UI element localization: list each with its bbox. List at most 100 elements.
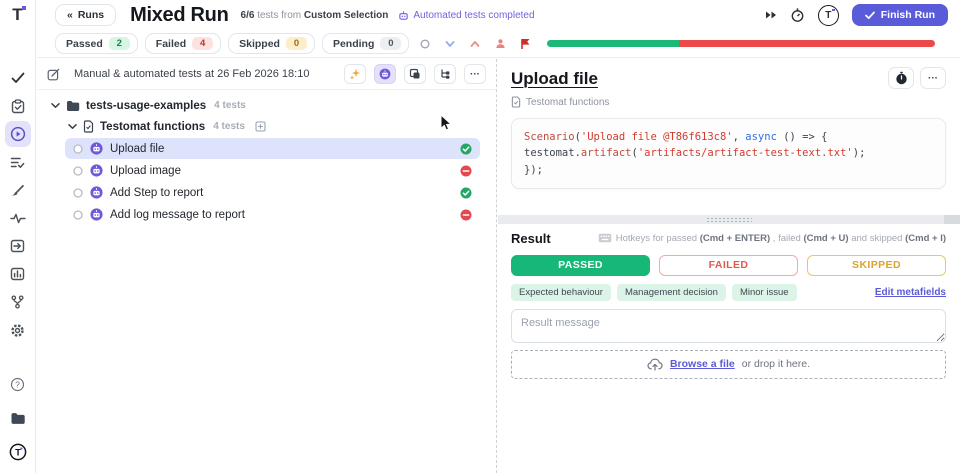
flag-filter-icon[interactable]: [517, 36, 533, 52]
check-icon: [865, 11, 875, 20]
metafield-tag[interactable]: Minor issue: [732, 284, 797, 301]
pulse-icon[interactable]: [5, 205, 31, 231]
test-row[interactable]: Upload image: [65, 160, 480, 181]
automated-test-icon: [90, 142, 103, 155]
test-row[interactable]: Add Step to report: [65, 182, 480, 203]
test-row[interactable]: Upload file: [65, 138, 480, 159]
automated-test-icon: [90, 186, 103, 199]
list-check-icon[interactable]: [5, 149, 31, 175]
test-label: Add log message to report: [110, 209, 245, 221]
tree-header: Manual & automated tests at 26 Feb 2026 …: [37, 59, 496, 90]
clipboard-check-icon[interactable]: [5, 93, 31, 119]
upload-cloud-icon: [647, 358, 663, 371]
timer-button[interactable]: [888, 67, 914, 89]
stopwatch-icon[interactable]: [790, 7, 805, 23]
runs-button-label: Runs: [78, 9, 104, 21]
automated-test-icon: [90, 208, 103, 221]
panel-splitter[interactable]: [498, 215, 960, 224]
compose-icon[interactable]: [47, 68, 60, 81]
selection-name: Custom Selection: [304, 10, 388, 21]
tree-structure-button[interactable]: [434, 64, 456, 84]
assignee-filter-icon[interactable]: [492, 36, 508, 52]
select-radio[interactable]: [73, 166, 83, 176]
code-line: Scenario('Upload file @T86f613c8', async…: [524, 129, 933, 145]
metafield-tag[interactable]: Expected behaviour: [511, 284, 611, 301]
filter-badge-skipped[interactable]: Skipped0: [228, 33, 315, 54]
filter-badge-passed[interactable]: Passed 2: [55, 33, 138, 54]
badge-label: Passed: [66, 38, 103, 50]
filter-badge-pending[interactable]: Pending0: [322, 33, 409, 54]
gear-icon[interactable]: [5, 317, 31, 343]
mark-skipped-button[interactable]: SKIPPED: [807, 255, 946, 276]
box-arrow-icon[interactable]: [5, 233, 31, 259]
avatar-letter: T: [825, 10, 831, 21]
breadcrumb[interactable]: Testomat functions: [511, 96, 946, 108]
test-title[interactable]: Upload file: [511, 69, 598, 89]
test-row[interactable]: Add log message to report: [65, 204, 480, 225]
doc-icon: [511, 96, 521, 108]
back-icon: «: [67, 9, 73, 21]
user-avatar[interactable]: T: [818, 5, 839, 26]
tree-suite-row[interactable]: Testomat functions 4 tests: [37, 116, 496, 137]
folder-icon[interactable]: [5, 405, 31, 431]
suite-name: Testomat functions: [100, 121, 205, 133]
run-plan-title: Manual & automated tests at 26 Feb 2026 …: [68, 68, 309, 80]
status-failed-icon: [460, 165, 472, 177]
automated-test-icon: [90, 164, 103, 177]
chevron-up-filter-icon[interactable]: [467, 36, 483, 52]
branch-icon[interactable]: [5, 289, 31, 315]
tree-folder-row[interactable]: tests-usage-examples 4 tests: [37, 95, 496, 116]
edit-metafields-link[interactable]: Edit metafields: [875, 287, 946, 298]
code-line: testomat.artifact('artifacts/artifact-te…: [524, 145, 933, 161]
left-rail: T ? T: [0, 0, 36, 473]
back-to-runs-button[interactable]: « Runs: [55, 4, 116, 26]
copy-tests-button[interactable]: [404, 64, 426, 84]
drop-hint-text: or drop it here.: [742, 358, 810, 370]
splitter-end-segment: [944, 215, 960, 224]
mark-failed-button[interactable]: FAILED: [659, 255, 798, 276]
suite-doc-icon: [83, 120, 94, 133]
brush-icon[interactable]: [5, 177, 31, 203]
badge-label: Pending: [333, 38, 374, 50]
status-failed-icon: [460, 209, 472, 221]
automated-status-label: Automated tests completed: [413, 10, 534, 21]
select-radio[interactable]: [73, 210, 83, 220]
suite-test-count: 4 tests: [213, 121, 245, 132]
help-icon[interactable]: ?: [5, 371, 31, 397]
folder-test-count: 4 tests: [214, 100, 246, 111]
avatar-icon[interactable]: T: [5, 439, 31, 465]
chevron-down-icon[interactable]: [51, 102, 60, 109]
bar-chart-icon[interactable]: [5, 261, 31, 287]
detail-more-button[interactable]: ···: [920, 67, 946, 89]
fast-forward-icon[interactable]: [765, 10, 777, 20]
file-dropzone[interactable]: Browse a file or drop it here.: [511, 350, 946, 379]
chevron-down-filter-icon[interactable]: [442, 36, 458, 52]
filter-badge-failed[interactable]: Failed4: [145, 33, 221, 54]
badge-count: 4: [192, 37, 213, 50]
tree-more-button[interactable]: ···: [464, 64, 486, 84]
tree-body: tests-usage-examples 4 tests Testomat fu…: [37, 90, 496, 225]
testomat-logo-icon[interactable]: T: [12, 6, 22, 23]
play-circle-icon[interactable]: [5, 121, 31, 147]
check-icon[interactable]: [5, 65, 31, 91]
folder-icon: [66, 100, 80, 112]
result-message-input[interactable]: [511, 309, 946, 343]
circle-filter-icon[interactable]: [417, 36, 433, 52]
badge-count: 2: [109, 37, 130, 50]
testomat-app-window: T ? T « Runs Mixed Run 6/6 tests from Cus…: [0, 0, 960, 473]
splitter-handle-icon[interactable]: [706, 217, 752, 222]
automated-tests-status-link[interactable]: Automated tests completed: [398, 10, 534, 21]
ai-sparkles-button[interactable]: [344, 64, 366, 84]
automated-filter-button[interactable]: [374, 64, 396, 84]
chevron-down-icon[interactable]: [68, 123, 77, 130]
browse-file-link[interactable]: Browse a file: [670, 358, 735, 370]
run-header: « Runs Mixed Run 6/6 tests from Custom S…: [37, 0, 960, 30]
select-radio[interactable]: [73, 144, 83, 154]
add-test-icon[interactable]: [255, 121, 266, 132]
robot-icon: [398, 10, 409, 21]
metafield-tag[interactable]: Management decision: [617, 284, 726, 301]
select-radio[interactable]: [73, 188, 83, 198]
mark-passed-button[interactable]: PASSED: [511, 255, 650, 276]
finish-run-button[interactable]: Finish Run: [852, 4, 948, 26]
hotkeys-hint: Hotkeys for passed (Cmd + ENTER) , faile…: [598, 233, 946, 244]
